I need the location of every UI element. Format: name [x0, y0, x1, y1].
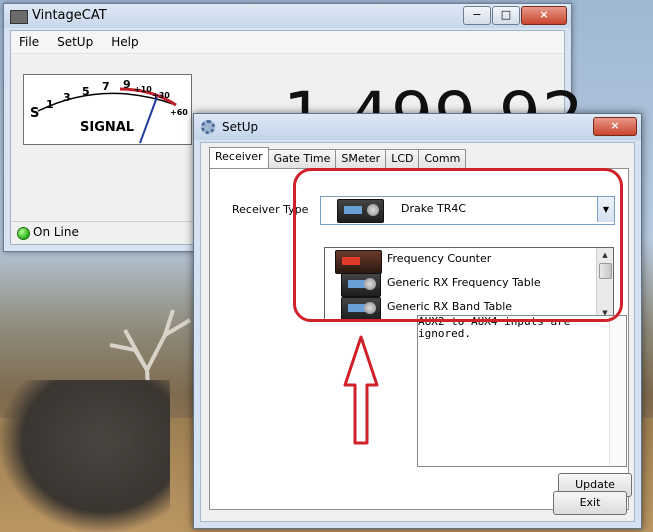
meter-label-plus10: +10 — [134, 85, 152, 94]
setup-tabs: Receiver Gate Time SMeter LCD Comm — [209, 147, 467, 168]
elephant-image — [0, 380, 170, 532]
online-led-icon — [17, 227, 30, 240]
meter-label-s: S — [30, 106, 39, 121]
meter-label-plus30: +30 — [152, 91, 170, 100]
tab-smeter[interactable]: SMeter — [335, 149, 387, 168]
tab-comm[interactable]: Comm — [418, 149, 467, 168]
meter-label-9: 9 — [123, 78, 131, 91]
main-titlebar[interactable]: VintageCAT − □ × — [4, 4, 571, 28]
meter-label-1: 1 — [46, 98, 54, 111]
meter-label-5: 5 — [82, 85, 90, 98]
meter-label-plus60: +60 — [170, 108, 188, 117]
menu-bar: File SetUp Help — [11, 31, 564, 54]
exit-button[interactable]: Exit — [553, 491, 627, 515]
status-text: On Line — [33, 225, 79, 239]
notes-scrollbar[interactable] — [609, 316, 626, 466]
setup-titlebar[interactable]: SetUp × — [194, 114, 641, 140]
close-button[interactable]: × — [521, 6, 567, 25]
tab-receiver[interactable]: Receiver — [209, 147, 269, 168]
app-icon — [10, 10, 28, 24]
minimize-button[interactable]: − — [463, 6, 491, 25]
maximize-button[interactable]: □ — [492, 6, 520, 25]
annotation-up-arrow-icon — [343, 335, 379, 445]
annotation-highlight-box — [293, 168, 623, 322]
meter-label-7: 7 — [102, 80, 110, 93]
main-window-title: VintageCAT — [32, 8, 107, 23]
meter-caption: SIGNAL — [80, 120, 134, 135]
tab-lcd[interactable]: LCD — [385, 149, 420, 168]
menu-help[interactable]: Help — [111, 35, 138, 49]
tab-gate-time[interactable]: Gate Time — [267, 149, 337, 168]
setup-close-button[interactable]: × — [593, 117, 637, 136]
meter-label-3: 3 — [63, 91, 71, 104]
notes-textarea[interactable]: AUX2 to AUX4 inputs are ignored. — [417, 315, 627, 467]
setup-title: SetUp — [222, 120, 259, 134]
menu-file[interactable]: File — [19, 35, 39, 49]
signal-meter: S 1 3 5 7 9 +10 +30 +60 SIGNAL — [23, 74, 192, 145]
menu-setup[interactable]: SetUp — [57, 35, 93, 49]
gear-icon — [201, 120, 215, 134]
